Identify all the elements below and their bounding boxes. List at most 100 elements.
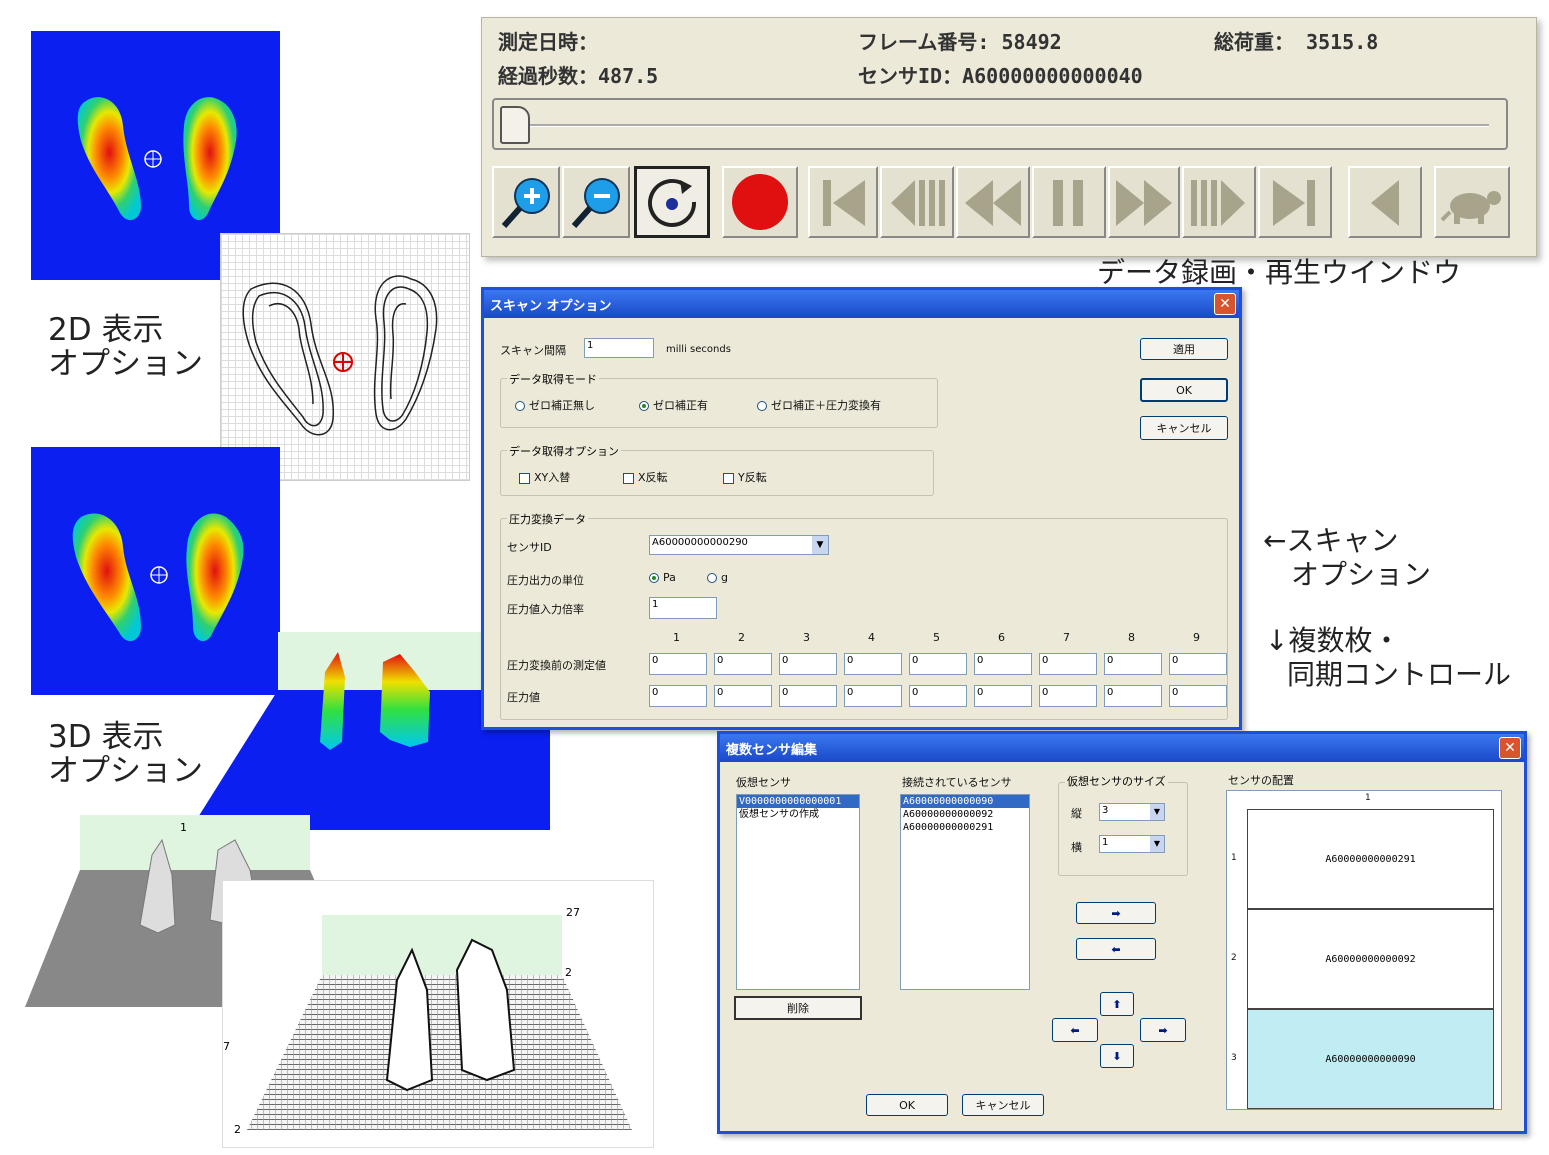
- step-forward-icon: [1191, 180, 1245, 226]
- move-down-button[interactable]: ⬇: [1100, 1044, 1134, 1068]
- remove-sensor-button[interactable]: ⬅: [1076, 938, 1156, 960]
- rewind-icon: [965, 180, 1021, 226]
- x-flip-checkbox[interactable]: X反転: [623, 469, 668, 485]
- virtual-size-title: 仮想センサのサイズ: [1065, 773, 1168, 789]
- mode-zero-option[interactable]: ゼロ補正有: [639, 397, 708, 413]
- move-left-button[interactable]: ⬅: [1052, 1018, 1098, 1042]
- mode-zero-pressure-option[interactable]: ゼロ補正＋圧力変換有: [757, 397, 881, 413]
- list-item[interactable]: 仮想センサの作成: [737, 808, 859, 821]
- unit-g-label: g: [721, 571, 728, 584]
- turtle-icon: [1440, 191, 1501, 224]
- raw-value-input[interactable]: 0: [844, 653, 902, 675]
- rewind-button[interactable]: [956, 166, 1030, 238]
- frame-number-label: フレーム番号: 58492: [858, 30, 1062, 54]
- timeline-slider[interactable]: [492, 98, 1508, 150]
- raw-value-input[interactable]: 0: [974, 653, 1032, 675]
- first-frame-button[interactable]: [808, 166, 878, 238]
- grid-col-number: 1: [1365, 793, 1371, 803]
- 3d-option-label-line1: 3D 表示: [48, 719, 164, 755]
- acquisition-mode-title: データ取得モード: [507, 371, 599, 387]
- fast-forward-button[interactable]: [1108, 166, 1180, 238]
- 3d-option-label-line2: オプション: [48, 753, 203, 789]
- list-item[interactable]: V0000000000000001: [737, 795, 859, 808]
- input-factor-field[interactable]: 1: [649, 597, 717, 619]
- radio-icon: [515, 401, 525, 411]
- pressure-value-input[interactable]: 0: [844, 685, 902, 707]
- cols-select[interactable]: 1 ▼: [1099, 835, 1165, 853]
- multi-ok-button[interactable]: OK: [866, 1094, 948, 1116]
- multi-close-button[interactable]: ✕: [1499, 737, 1521, 759]
- pressure-conversion-group: 圧力変換データ センサID A60000000000290 ▼ 圧力出力の単位 …: [500, 511, 1228, 720]
- multi-caption-line1: ↓複数枚・: [1265, 624, 1401, 657]
- slow-play-button[interactable]: [1434, 166, 1510, 238]
- column-number: 6: [998, 631, 1005, 644]
- step-back-button[interactable]: [880, 166, 954, 238]
- multi-cancel-button[interactable]: キャンセル: [962, 1094, 1044, 1116]
- move-up-button[interactable]: ⬆: [1100, 992, 1134, 1016]
- pressure-value-input[interactable]: 0: [714, 685, 772, 707]
- grid-cell[interactable]: A60000000000291: [1247, 809, 1494, 909]
- grid-row-number: 2: [1231, 953, 1237, 963]
- pressure-value-input[interactable]: 0: [649, 685, 707, 707]
- radio-selected-icon: [649, 573, 659, 583]
- list-item[interactable]: A60000000000092: [901, 808, 1029, 821]
- pause-button[interactable]: [1032, 166, 1106, 238]
- raw-value-input[interactable]: 0: [1104, 653, 1162, 675]
- elapsed-seconds-label: 経過秒数：487.5: [498, 64, 659, 88]
- pressure-value-input[interactable]: 0: [1039, 685, 1097, 707]
- sensor-id-select[interactable]: A60000000000290 ▼: [649, 535, 829, 555]
- raw-value-input[interactable]: 0: [1039, 653, 1097, 675]
- delete-button[interactable]: 削除: [734, 996, 862, 1020]
- raw-value-input[interactable]: 0: [649, 653, 707, 675]
- move-right-button[interactable]: ➡: [1140, 1018, 1186, 1042]
- unit-pa-option[interactable]: Pa: [649, 571, 676, 584]
- mode-no-zero-option[interactable]: ゼロ補正無し: [515, 397, 595, 413]
- virtual-sensor-list[interactable]: V0000000000000001 仮想センサの作成: [736, 794, 860, 990]
- add-sensor-button[interactable]: ➡: [1076, 902, 1156, 924]
- raw-value-input[interactable]: 0: [1169, 653, 1227, 675]
- axis-number-bottom: 2: [234, 1123, 241, 1136]
- xy-swap-checkbox[interactable]: XY入替: [519, 469, 570, 485]
- zoom-out-button[interactable]: [562, 166, 630, 238]
- rows-select[interactable]: 3 ▼: [1099, 803, 1165, 821]
- unit-g-option[interactable]: g: [707, 571, 728, 584]
- last-frame-button[interactable]: [1258, 166, 1332, 238]
- zoom-in-button[interactable]: [492, 166, 560, 238]
- arrow-left-icon: ⬅: [1070, 1023, 1080, 1037]
- record-button[interactable]: [722, 166, 798, 238]
- ok-button[interactable]: OK: [1140, 378, 1228, 402]
- multi-caption-line2: 同期コントロール: [1287, 658, 1512, 691]
- scan-interval-input[interactable]: 1: [584, 338, 654, 358]
- column-number: 5: [933, 631, 940, 644]
- arrow-right-icon: ➡: [1158, 1023, 1168, 1037]
- pressure-conversion-title: 圧力変換データ: [507, 511, 588, 527]
- grid-cell-selected[interactable]: A60000000000090: [1247, 1009, 1494, 1109]
- list-item[interactable]: A60000000000291: [901, 821, 1029, 834]
- scan-close-button[interactable]: ✕: [1214, 293, 1236, 315]
- pressure-value-input[interactable]: 0: [779, 685, 837, 707]
- apply-button[interactable]: 適用: [1140, 338, 1228, 360]
- reverse-play-button[interactable]: [1348, 166, 1422, 238]
- raw-value-input[interactable]: 0: [909, 653, 967, 675]
- column-number: 4: [868, 631, 875, 644]
- pressure-value-input[interactable]: 0: [1169, 685, 1227, 707]
- grid-cell[interactable]: A60000000000092: [1247, 909, 1494, 1009]
- y-flip-checkbox[interactable]: Y反転: [723, 469, 767, 485]
- multi-dialog-titlebar: 複数センサ編集 ✕: [720, 734, 1524, 762]
- list-item[interactable]: A60000000000090: [901, 795, 1029, 808]
- xy-swap-label: XY入替: [534, 471, 571, 484]
- cols-select-value: 1: [1102, 837, 1109, 848]
- 2d-contour-image: [242, 275, 438, 436]
- acquisition-mode-group: データ取得モード ゼロ補正無し ゼロ補正有 ゼロ補正＋圧力変換有: [500, 371, 938, 428]
- connected-sensor-list[interactable]: A60000000000090 A60000000000092 A6000000…: [900, 794, 1030, 990]
- pressure-value-input[interactable]: 0: [974, 685, 1032, 707]
- raw-value-input[interactable]: 0: [779, 653, 837, 675]
- raw-value-input[interactable]: 0: [714, 653, 772, 675]
- slider-thumb[interactable]: [500, 106, 530, 144]
- rotate-button[interactable]: [634, 166, 710, 238]
- cancel-button[interactable]: キャンセル: [1140, 416, 1228, 440]
- multi-sensor-dialog: 複数センサ編集 ✕ 仮想センサ V0000000000000001 仮想センサの…: [717, 731, 1527, 1134]
- pressure-value-input[interactable]: 0: [909, 685, 967, 707]
- step-forward-button[interactable]: [1182, 166, 1256, 238]
- pressure-value-input[interactable]: 0: [1104, 685, 1162, 707]
